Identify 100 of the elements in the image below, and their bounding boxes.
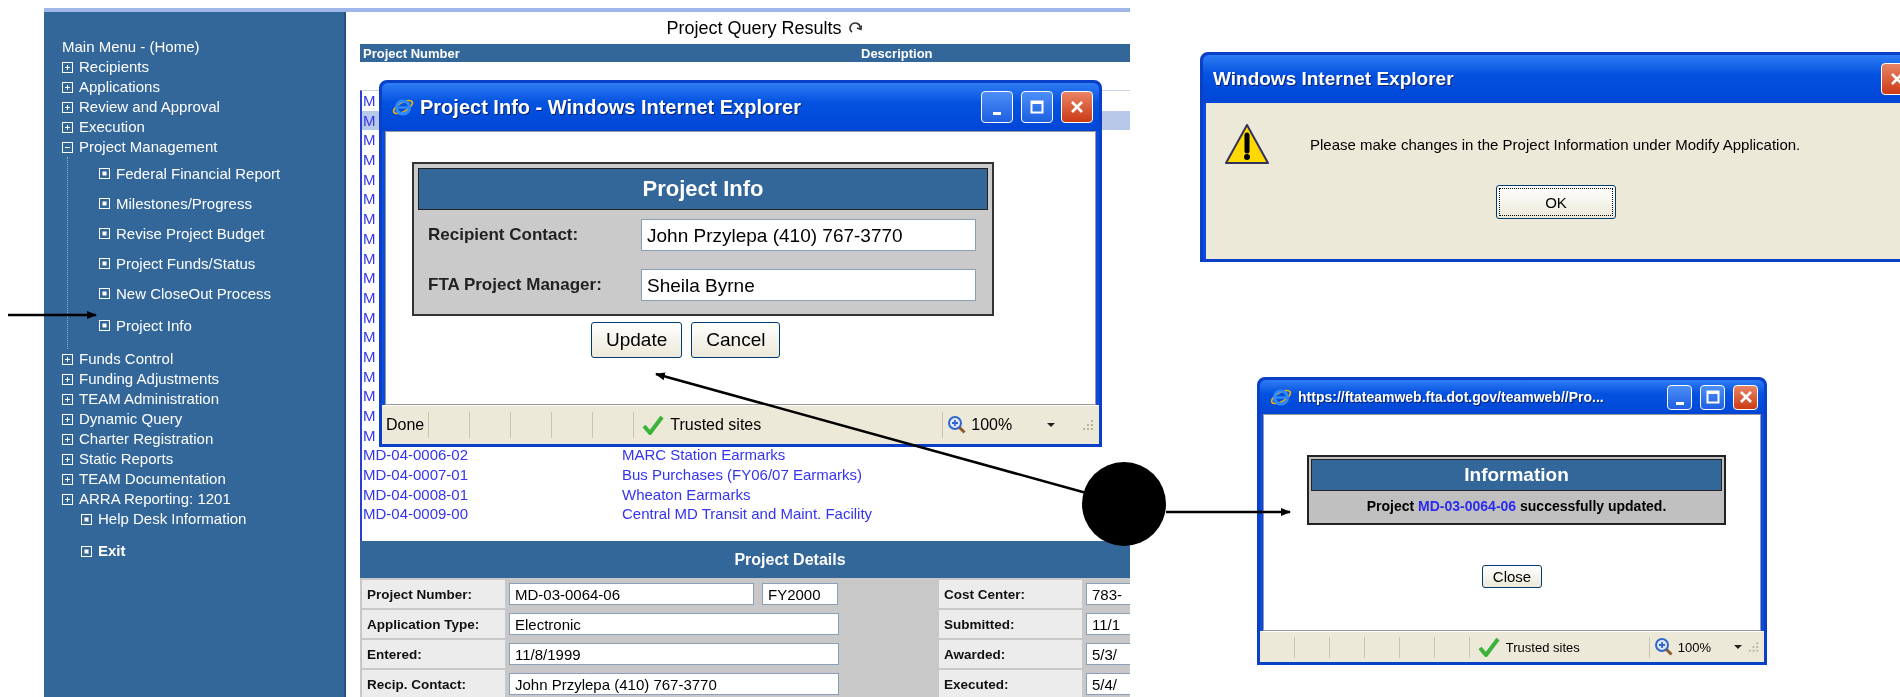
bullet-icon: [99, 287, 110, 299]
resize-grip-icon: [1081, 418, 1095, 432]
project-number-link[interactable]: MD-04-0009-00: [362, 504, 469, 525]
zoom-level-button[interactable]: 100%: [971, 416, 1013, 434]
menu-link[interactable]: New CloseOut Process: [116, 284, 272, 302]
zoom-icon: [1653, 637, 1674, 657]
text-field[interactable]: John Przylepa (410) 767-3770: [509, 673, 839, 695]
security-zone-text: Trusted sites: [670, 416, 762, 434]
close-button[interactable]: Close: [1481, 565, 1543, 588]
project-number-link[interactable]: M: [362, 307, 376, 328]
minimize-button[interactable]: [1667, 384, 1692, 410]
menu-link[interactable]: TEAM Documentation: [79, 469, 226, 489]
bullet-icon: [99, 320, 110, 331]
maximize-button[interactable]: [1021, 91, 1053, 123]
menu-link[interactable]: Funds Control: [79, 349, 174, 369]
close-icon: [1070, 100, 1084, 114]
close-icon: [1738, 390, 1753, 404]
text-field[interactable]: 11/8/1999: [509, 643, 839, 665]
project-number-link[interactable]: MD-04-0007-01: [362, 465, 469, 485]
menu-link[interactable]: Applications: [79, 77, 160, 97]
field-label: Executed:: [939, 670, 1082, 697]
text-field[interactable]: 783-: [1086, 583, 1130, 605]
menu-link[interactable]: Help Desk Information: [98, 509, 247, 529]
window-title: Windows Internet Explorer: [1213, 68, 1455, 90]
bullet-icon: [81, 513, 92, 525]
field-label: Application Type:: [362, 610, 505, 638]
maximize-button[interactable]: [1700, 384, 1725, 410]
warning-icon: [1224, 123, 1270, 165]
bullet-icon: [81, 545, 92, 557]
text-field[interactable]: MD-03-0064-06: [509, 583, 754, 605]
menu-link[interactable]: Project Info: [116, 317, 192, 334]
menu-link[interactable]: Static Reports: [79, 449, 174, 469]
maximize-icon: [1030, 100, 1044, 114]
menu-link[interactable]: Recipients: [79, 57, 150, 77]
menu-link[interactable]: TEAM Administration: [79, 389, 220, 409]
text-field[interactable]: FY2000: [762, 583, 838, 605]
project-number-link[interactable]: M: [362, 209, 376, 229]
column-header: Project Number: [362, 45, 461, 61]
project-number-link[interactable]: MD-04-0008-01: [362, 484, 469, 505]
bullet-icon: [99, 227, 110, 239]
project-description-link[interactable]: Wheaton Earmarks: [622, 484, 751, 505]
close-button[interactable]: [1733, 384, 1758, 410]
project-number-link[interactable]: M: [362, 130, 376, 151]
minimize-button[interactable]: [981, 91, 1013, 123]
project-number-link[interactable]: M: [362, 366, 376, 387]
menu-link[interactable]: Exit: [98, 541, 126, 561]
close-icon: [1890, 72, 1900, 86]
check-icon: [1477, 637, 1500, 657]
dialog-button[interactable]: Cancel: [691, 322, 781, 358]
field-label: Cost Center:: [939, 580, 1082, 608]
zoom-level-button[interactable]: 100%: [1677, 639, 1711, 655]
menu-link[interactable]: Federal Financial Report: [116, 164, 281, 182]
menu-link[interactable]: Charter Registration: [79, 429, 214, 449]
text-field[interactable]: Sheila Byrne: [641, 269, 976, 301]
project-number-link[interactable]: M: [362, 425, 376, 446]
menu-link[interactable]: Dynamic Query: [79, 409, 183, 429]
status-text: Done: [382, 411, 430, 439]
text-field[interactable]: 5/3/: [1086, 643, 1130, 665]
menu-link[interactable]: Revise Project Budget: [116, 224, 265, 242]
column-header: Description: [861, 45, 933, 61]
project-number-link[interactable]: MD-04-0006-02: [362, 445, 469, 466]
menu-link[interactable]: Project Funds/Status: [116, 254, 256, 272]
close-button[interactable]: [1061, 91, 1093, 123]
project-description-link[interactable]: Central MD Transit and Maint. Facility: [622, 504, 873, 525]
zoom-icon: [947, 415, 968, 435]
text-field[interactable]: John Przylepa (410) 767-3770: [641, 219, 976, 251]
window-title: https://ftateamweb.fta.dot.gov/teamweb//Pro...: [1298, 389, 1605, 405]
project-number-link[interactable]: M: [362, 91, 376, 111]
project-number-link[interactable]: M: [362, 287, 376, 308]
dialog-button[interactable]: Update: [591, 322, 683, 358]
text-field[interactable]: Electronic: [509, 613, 839, 635]
menu-link[interactable]: Execution: [79, 117, 145, 137]
field-label: Submitted:: [939, 610, 1082, 638]
project-number-link[interactable]: M: [362, 327, 376, 347]
project-number-link[interactable]: M: [362, 189, 376, 210]
text-field[interactable]: 5/4/: [1086, 673, 1130, 695]
project-description-link[interactable]: MARC Station Earmarks: [622, 445, 786, 466]
panel-title: Information: [1311, 459, 1722, 491]
project-link[interactable]: MD-03-0064-06: [1418, 498, 1517, 514]
menu-link[interactable]: Project Management: [79, 137, 218, 157]
project-number-link[interactable]: M: [362, 268, 376, 288]
project-number-link[interactable]: M: [362, 346, 376, 367]
project-number-link[interactable]: M: [362, 169, 376, 190]
minimize-icon: [993, 111, 1001, 115]
project-number-link[interactable]: M: [362, 150, 376, 170]
project-number-link[interactable]: M: [362, 248, 376, 269]
menu-link[interactable]: Milestones/Progress: [116, 194, 252, 212]
project-number-link[interactable]: M: [362, 110, 376, 131]
text-field[interactable]: 11/1: [1086, 613, 1130, 635]
menu-title[interactable]: Main Menu - (Home): [62, 37, 344, 57]
ok-button[interactable]: OK: [1496, 185, 1616, 219]
menu-link[interactable]: Review and Approval: [79, 97, 220, 117]
project-description-link[interactable]: Bus Purchases (FY06/07 Earmarks): [622, 465, 863, 485]
project-number-link[interactable]: M: [362, 386, 376, 406]
project-number-link[interactable]: M: [362, 228, 376, 249]
menu-link[interactable]: ARRA Reporting: 1201: [79, 489, 231, 509]
panel-title: Project Details: [360, 541, 1130, 578]
field-label: Awarded:: [939, 640, 1082, 668]
project-number-link[interactable]: M: [362, 406, 376, 426]
menu-link[interactable]: Funding Adjustments: [79, 369, 220, 389]
